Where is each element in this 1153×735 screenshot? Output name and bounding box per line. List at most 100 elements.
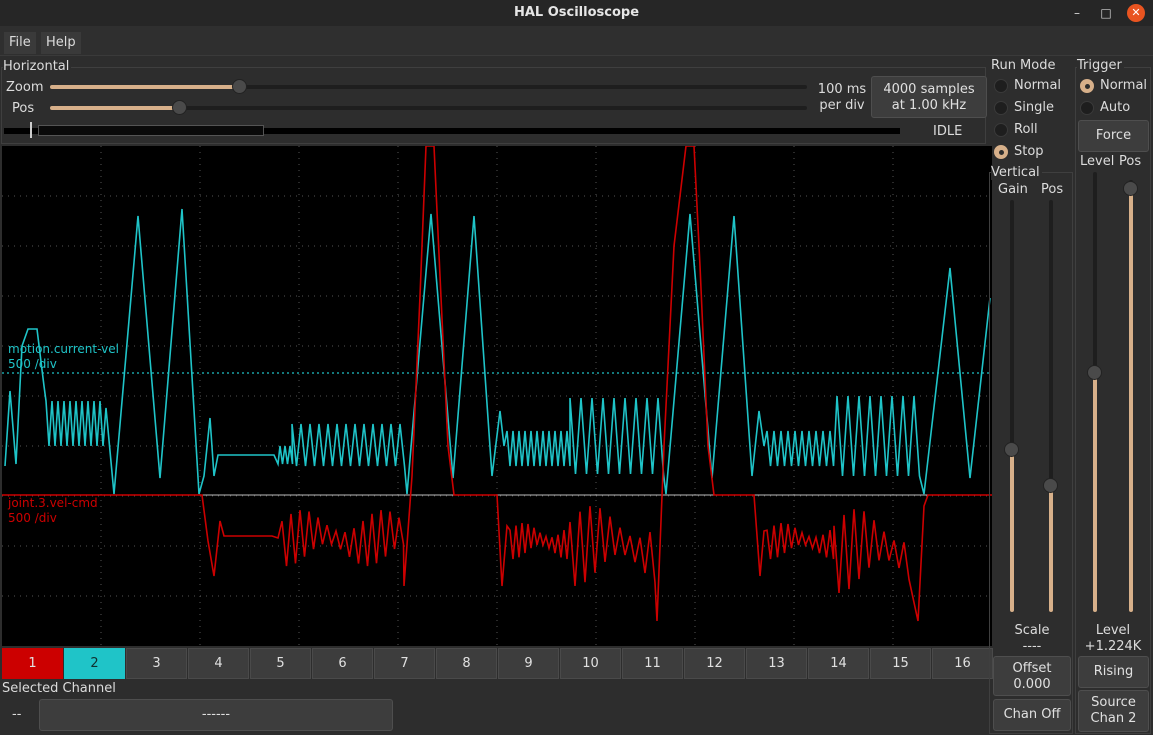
channel-button-7[interactable]: 7 — [374, 648, 435, 679]
radio-indicator — [994, 145, 1008, 159]
run-mode-normal[interactable]: Normal — [992, 76, 1061, 96]
gain-slider[interactable] — [1004, 200, 1019, 612]
gain-slider-fill — [1010, 450, 1014, 612]
scope-canvas — [2, 145, 992, 646]
radio-indicator — [994, 123, 1008, 137]
trigger-pos-label: Pos — [1119, 154, 1142, 169]
trigger-pos-slider[interactable] — [1123, 180, 1138, 612]
run-mode-stop[interactable]: Stop — [992, 142, 1044, 162]
samples-count: 4000 samples — [883, 82, 975, 97]
channel-button-9[interactable]: 9 — [498, 648, 559, 679]
trigger-label: Trigger — [1077, 58, 1124, 73]
ch1-scale: 500 /div — [8, 511, 57, 525]
gain-label: Gain — [998, 182, 1028, 197]
ch2-trace — [4, 208, 991, 495]
channel-button-2[interactable]: 2 — [64, 648, 125, 679]
channel-button-4[interactable]: 4 — [188, 648, 249, 679]
sample-rate: at 1.00 kHz — [891, 98, 967, 113]
selected-channel-name[interactable]: ------ — [39, 699, 393, 731]
sample-info: 4000 samples at 1.00 kHz — [871, 76, 987, 118]
channel-button-14[interactable]: 14 — [808, 648, 869, 679]
ch1-trace — [2, 145, 992, 622]
trigger-level-label: Level — [1080, 154, 1115, 169]
trigger-pos-slider-handle[interactable] — [1123, 181, 1138, 196]
pos-slider-handle[interactable] — [171, 100, 187, 115]
trigger-level-readout-label: Level — [1095, 623, 1131, 638]
pos-slider[interactable] — [50, 100, 807, 115]
menu-file[interactable]: File — [4, 32, 36, 54]
run-mode-label: Run Mode — [991, 58, 1056, 73]
trigger-mode-auto[interactable]: Auto — [1078, 98, 1130, 118]
channel-button-6[interactable]: 6 — [312, 648, 373, 679]
radio-indicator — [1080, 101, 1094, 115]
trigger-mode-label: Auto — [1100, 100, 1131, 115]
record-marker — [30, 122, 32, 138]
channel-button-15[interactable]: 15 — [870, 648, 931, 679]
channel-button-8[interactable]: 8 — [436, 648, 497, 679]
record-window[interactable] — [38, 125, 264, 136]
zoom-slider[interactable] — [50, 79, 807, 94]
time-per-div-unit: per div — [819, 98, 865, 113]
edge-button[interactable]: Rising — [1078, 656, 1149, 688]
chan-off-button[interactable]: Chan Off — [993, 699, 1071, 731]
vertical-label: Vertical — [991, 165, 1042, 180]
zoom-label: Zoom — [6, 80, 44, 95]
gain-slider-handle[interactable] — [1004, 442, 1019, 457]
vertical-pos-label: Pos — [1041, 182, 1064, 197]
ch2-name: motion.current-vel — [8, 342, 119, 356]
scale-label: Scale — [1014, 623, 1050, 638]
pos-label: Pos — [12, 101, 35, 116]
run-mode-label: Roll — [1014, 122, 1038, 137]
title-bar: HAL Oscilloscope – □ ✕ — [0, 0, 1153, 26]
trigger-level-readout: Level +1.224K — [1076, 623, 1150, 655]
status-text: IDLE — [933, 124, 963, 139]
channel-button-12[interactable]: 12 — [684, 648, 745, 679]
scale-value: ---- — [1022, 639, 1042, 654]
channel-button-10[interactable]: 10 — [560, 648, 621, 679]
maximize-icon[interactable]: □ — [1097, 4, 1115, 22]
run-mode-roll[interactable]: Roll — [992, 120, 1038, 140]
menu-help[interactable]: Help — [41, 32, 81, 54]
vertical-pos-slider[interactable] — [1043, 200, 1058, 612]
channel-button-3[interactable]: 3 — [126, 648, 187, 679]
time-per-div-value: 100 ms — [817, 82, 867, 97]
vertical-pos-slider-handle[interactable] — [1043, 478, 1058, 493]
scale-readout: Scale ---- — [992, 623, 1072, 655]
radio-indicator — [994, 101, 1008, 115]
trigger-mode-label: Normal — [1100, 78, 1148, 93]
source-label: Source — [1091, 695, 1136, 710]
trigger-level-slider-handle[interactable] — [1087, 365, 1102, 380]
trigger-level-slider-fill — [1093, 372, 1097, 612]
zoom-slider-fill — [50, 85, 240, 89]
trigger-level-slider[interactable] — [1087, 172, 1102, 612]
ch2-scale: 500 /div — [8, 357, 57, 371]
horizontal-label: Horizontal — [3, 59, 72, 74]
channel-button-13[interactable]: 13 — [746, 648, 807, 679]
pos-slider-fill — [50, 106, 179, 110]
force-button[interactable]: Force — [1078, 120, 1149, 152]
close-icon[interactable]: ✕ — [1127, 4, 1145, 22]
run-mode-single[interactable]: Single — [992, 98, 1054, 118]
radio-indicator — [1080, 79, 1094, 93]
channel-button-16[interactable]: 16 — [932, 648, 993, 679]
channel-button-1[interactable]: 1 — [2, 648, 63, 679]
minimize-icon[interactable]: – — [1068, 4, 1086, 22]
vertical-pos-slider-fill — [1049, 486, 1053, 612]
trigger-pos-slider-fill — [1129, 188, 1133, 612]
radio-indicator — [994, 79, 1008, 93]
menu-bar — [0, 26, 1153, 56]
time-per-div: 100 ms per div — [816, 82, 868, 114]
run-mode-label: Stop — [1014, 144, 1044, 159]
trigger-mode-normal[interactable]: Normal — [1078, 76, 1147, 96]
channel-button-11[interactable]: 11 — [622, 648, 683, 679]
source-button[interactable]: Source Chan 2 — [1078, 690, 1149, 732]
ch1-name: joint.3.vel-cmd — [8, 496, 98, 510]
channel-button-5[interactable]: 5 — [250, 648, 311, 679]
offset-label: Offset — [1012, 661, 1052, 676]
selected-channel-label: Selected Channel — [2, 681, 116, 696]
offset-value: 0.000 — [1013, 677, 1051, 692]
scope-display[interactable]: motion.current-vel 500 /div joint.3.vel-… — [2, 145, 992, 646]
source-chan: Chan 2 — [1090, 711, 1137, 726]
selected-channel-id: -- — [12, 707, 22, 722]
offset-button[interactable]: Offset 0.000 — [993, 656, 1071, 696]
